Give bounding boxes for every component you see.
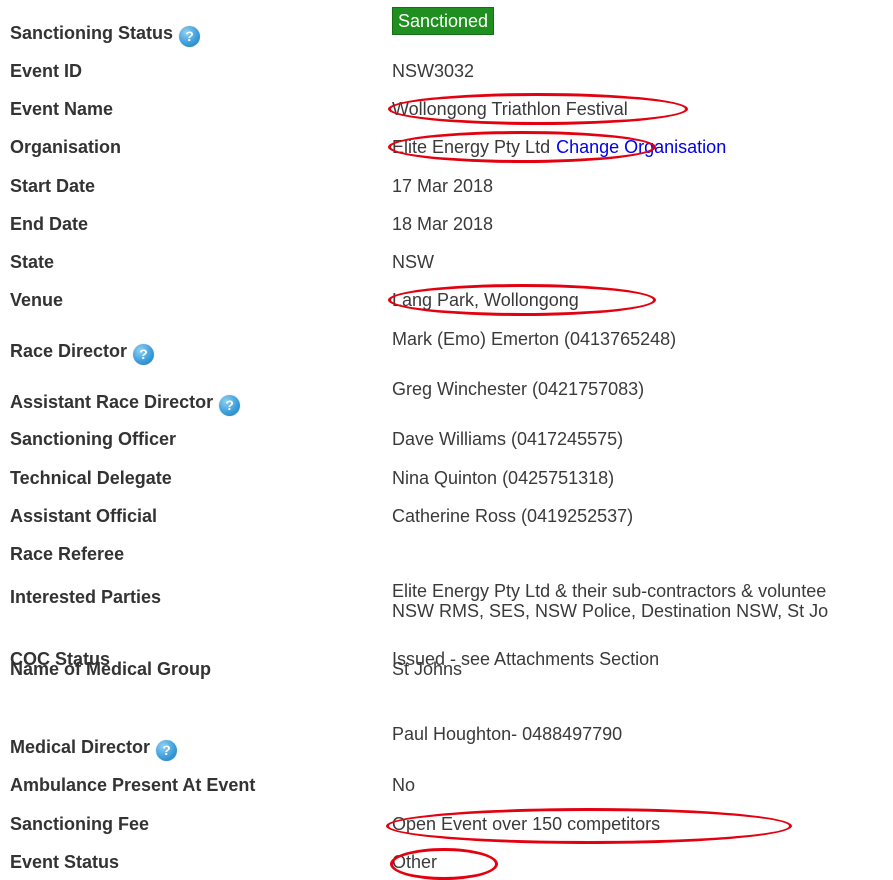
interested-parties-line-1: Elite Energy Pty Ltd & their sub-contrac…: [392, 581, 827, 601]
value-end-date: 18 Mar 2018: [392, 214, 494, 234]
annotation-event-status-ellipse: [390, 848, 498, 880]
label-sanctioning-status: Sanctioning Status?: [10, 22, 201, 47]
annotation-sanctioning-fee-ellipse: [386, 808, 792, 844]
label-assistant-official: Assistant Official: [10, 506, 158, 526]
label-start-date: Start Date: [10, 176, 96, 196]
label-text: Medical Director: [10, 737, 151, 757]
label-venue: Venue: [10, 290, 64, 310]
label-race-director: Race Director?: [10, 340, 155, 365]
help-icon[interactable]: ?: [156, 740, 178, 761]
help-icon[interactable]: ?: [179, 26, 201, 47]
value-assistant-official: Catherine Ross (0419252537): [392, 506, 634, 526]
label-interested-parties: Interested Parties: [10, 587, 162, 607]
help-icon[interactable]: ?: [219, 395, 241, 416]
label-medical-group: Name of Medical Group: [10, 659, 212, 679]
label-assistant-race-director: Assistant Race Director?: [10, 391, 241, 416]
label-text: Sanctioning Status: [10, 23, 174, 43]
value-start-date: 17 Mar 2018: [392, 176, 494, 196]
label-event-id: Event ID: [10, 61, 83, 81]
value-technical-delegate: Nina Quinton (0425751318): [392, 468, 615, 488]
label-organisation: Organisation: [10, 137, 122, 157]
label-text: Race Director: [10, 341, 128, 361]
annotation-event-name-ellipse: [388, 93, 688, 125]
label-race-referee: Race Referee: [10, 544, 125, 564]
label-medical-director: Medical Director?: [10, 736, 178, 761]
annotation-venue-ellipse: [388, 284, 656, 316]
label-sanctioning-officer: Sanctioning Officer: [10, 429, 177, 449]
label-sanctioning-fee: Sanctioning Fee: [10, 814, 150, 834]
value-ambulance-present: No: [392, 775, 416, 795]
value-medical-director: Paul Houghton- 0488497790: [392, 724, 623, 744]
value-assistant-race-director: Greg Winchester (0421757083): [392, 379, 645, 399]
label-state: State: [10, 252, 55, 272]
status-badge: Sanctioned: [392, 7, 495, 35]
value-interested-parties: Elite Energy Pty Ltd & their sub-contrac…: [392, 581, 828, 621]
interested-parties-line-2: NSW RMS, SES, NSW Police, Destination NS…: [392, 601, 829, 621]
value-medical-group: St Johns: [392, 659, 463, 679]
value-event-id: NSW3032: [392, 61, 475, 81]
label-technical-delegate: Technical Delegate: [10, 468, 172, 488]
label-event-name: Event Name: [10, 99, 114, 119]
label-event-status: Event Status: [10, 852, 120, 872]
help-icon[interactable]: ?: [133, 344, 155, 365]
value-sanctioning-status: Sanctioned: [392, 7, 495, 35]
value-state: NSW: [392, 252, 434, 272]
value-sanctioning-officer: Dave Williams (0417245575): [392, 429, 624, 449]
annotation-organisation-ellipse: [388, 131, 656, 163]
label-end-date: End Date: [10, 214, 89, 234]
value-race-director: Mark (Emo) Emerton (0413765248): [392, 329, 677, 349]
label-ambulance-present: Ambulance Present At Event: [10, 775, 256, 795]
label-text: Assistant Race Director: [10, 392, 214, 412]
